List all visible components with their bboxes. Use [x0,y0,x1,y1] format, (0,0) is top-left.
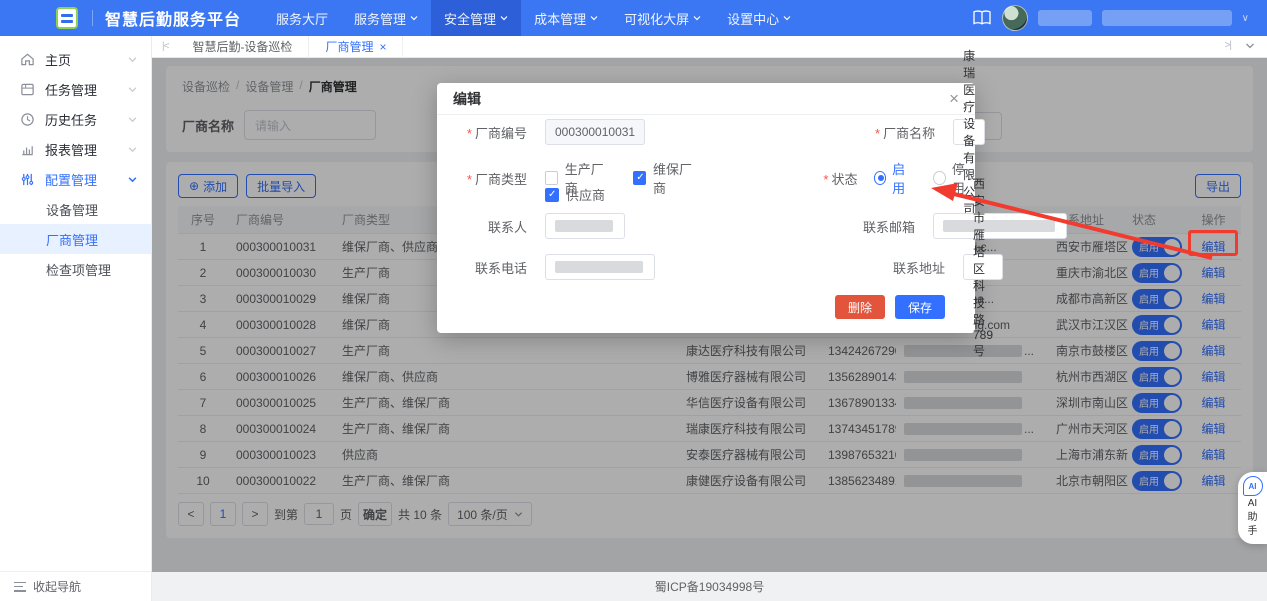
sidebar-item-config-mgmt[interactable]: 配置管理 [0,164,151,194]
contact-label: 联系人 [487,219,527,235]
form-row-3: 联系人 联系邮箱 [437,213,1067,239]
menu-item-safety-mgmt[interactable]: 安全管理 [431,0,522,36]
username-redacted [1037,10,1092,26]
nav-divider [92,10,93,26]
radio-icon [933,171,946,185]
save-button[interactable]: 保存 [894,295,945,319]
app-title: 智慧后勤服务平台 [105,12,242,29]
chevron-down-icon [410,14,418,22]
sidebar: 主页 任务管理 历史任务 报表管理 配置管理 设备管理 厂商管理 检查项管理 收… [0,36,152,601]
scroll-tabs-right-icon[interactable]: >| [1225,40,1233,54]
icp-label: 蜀ICP备19034998号 [654,580,765,594]
dialog-header: 编辑 × [437,83,975,115]
checkbox-supplier[interactable]: 供应商 [545,185,605,204]
phone-input[interactable] [545,254,655,280]
chevron-down-icon [128,142,137,157]
form-row-2b: 供应商 [437,185,975,204]
sidebar-item-checkitem-mgmt[interactable]: 检查项管理 [0,254,151,284]
menu-item-settings-center[interactable]: 设置中心 [714,0,804,36]
form-row-1: 厂商编号 000300010031 厂商名称 康瑞医疗设备有限公司 [437,49,986,216]
report-icon [20,142,35,157]
close-icon[interactable]: × [949,90,959,107]
app-root: 智慧后勤服务平台 服务大厅 服务管理 安全管理 成本管理 可视化大屏 设置中心 … [0,0,1267,601]
checkbox-checked-icon [545,187,559,202]
redacted-value [943,220,1055,232]
ai-assistant-button[interactable]: AI AI 助 手 [1238,472,1267,544]
menu-item-cost-mgmt[interactable]: 成本管理 [521,0,611,36]
chevron-down-icon [128,112,137,127]
edit-vendor-dialog: 编辑 × 厂商编号 000300010031 厂商名称 康瑞医疗设备有限公司 厂… [437,49,1067,358]
tab-bar: |< 智慧后勤-设备巡检 厂商管理 × >| [152,35,1267,58]
chevron-down-icon [128,172,137,187]
menu-item-dashboard[interactable]: 可视化大屏 [611,0,714,36]
vendor-name-label: 厂商名称 [873,123,935,142]
task-icon [20,82,35,97]
user-org-redacted [1101,10,1232,26]
config-icon [20,172,35,187]
sidebar-item-history-tasks[interactable]: 历史任务 [0,104,151,134]
redacted-value [555,261,643,273]
nav-right-area: ∨ [972,5,1249,31]
tab-list-dropdown-icon[interactable] [1245,40,1255,54]
chevron-down-icon [693,14,701,22]
user-menu-caret-icon[interactable]: ∨ [1242,13,1249,24]
redacted-value [555,220,613,232]
delete-button[interactable]: 删除 [834,295,885,319]
sidebar-item-report-mgmt[interactable]: 报表管理 [0,134,151,164]
ai-icon: AI [1242,476,1263,496]
home-icon [20,52,35,67]
history-icon [20,112,35,127]
user-avatar[interactable] [1001,5,1028,31]
address-input[interactable]: 西安市雁塔区科技路789号 [963,177,1004,358]
vendor-code-label: 厂商编号 [455,123,527,142]
phone-label: 联系电话 [474,260,527,276]
top-menu: 服务大厅 服务管理 安全管理 成本管理 可视化大屏 设置中心 [263,0,804,36]
collapse-bars-icon [14,581,26,592]
vendor-name-input[interactable]: 康瑞医疗设备有限公司 [953,49,986,216]
dialog-title: 编辑 [453,90,481,107]
contact-input[interactable] [545,213,625,239]
app-logo-icon [56,7,78,29]
radio-selected-icon [873,171,887,185]
dialog-buttons: 删除 保存 [834,295,945,319]
vendor-code-input[interactable]: 000300010031 [545,119,646,145]
email-label: 联系邮箱 [862,219,915,235]
form-row-4: 联系电话 联系地址 西安市雁塔区科技路789号 [437,177,1004,358]
sidebar-item-device-mgmt[interactable]: 设备管理 [0,194,151,224]
chevron-down-icon [500,14,508,22]
address-label: 联系地址 [892,260,945,276]
collapse-nav-button[interactable]: 收起导航 [0,571,151,601]
chevron-down-icon [128,52,137,67]
sidebar-item-task-mgmt[interactable]: 任务管理 [0,74,151,104]
checkbox-checked-icon [633,171,646,185]
book-icon[interactable] [972,10,992,26]
checkbox-icon [545,171,558,185]
tab-device-inspection[interactable]: 智慧后勤-设备巡检 [176,35,310,58]
scroll-tabs-left-icon[interactable]: |< [162,41,170,52]
email-input[interactable] [933,213,1067,239]
chevron-down-icon [128,82,137,97]
top-navbar: 智慧后勤服务平台 服务大厅 服务管理 安全管理 成本管理 可视化大屏 设置中心 … [0,0,1267,36]
chevron-down-icon [590,14,598,22]
sidebar-item-home[interactable]: 主页 [0,44,151,74]
sidebar-item-vendor-mgmt[interactable]: 厂商管理 [0,224,151,254]
page-footer: 蜀ICP备19034998号 [152,572,1267,601]
tab-vendor-mgmt[interactable]: 厂商管理 × [309,35,404,58]
menu-item-service-hall[interactable]: 服务大厅 [263,0,341,36]
close-tab-icon[interactable]: × [379,40,386,54]
chevron-down-icon [783,14,791,22]
menu-item-service-mgmt[interactable]: 服务管理 [341,0,431,36]
